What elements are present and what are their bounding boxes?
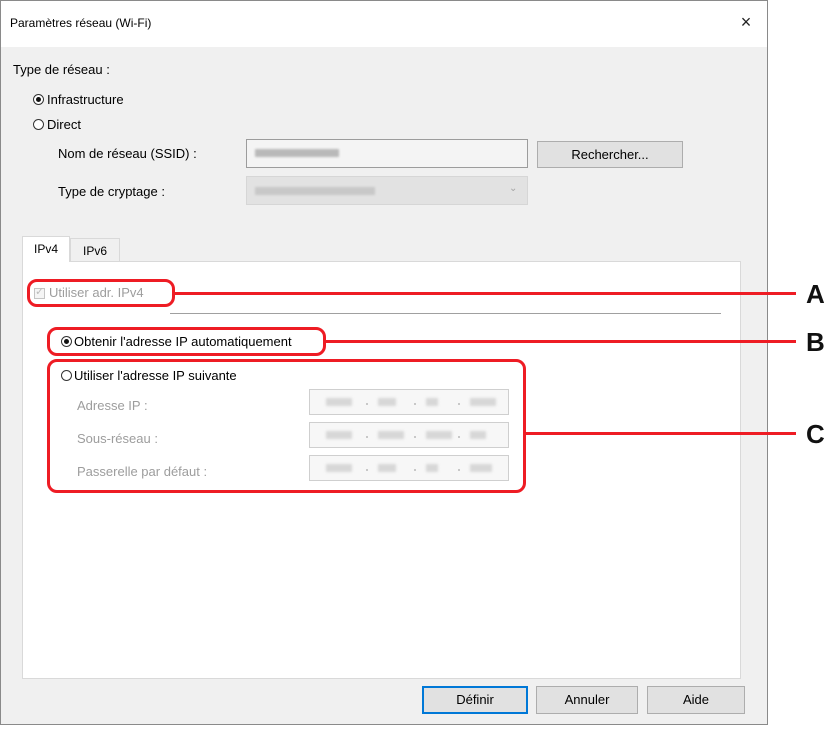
annotation-line-b [326, 340, 796, 343]
annotation-line-a [175, 292, 796, 295]
annotation-letter-a: A [806, 279, 825, 309]
radio-infrastructure[interactable]: Infrastructure [33, 92, 173, 108]
annotation-box-a [27, 279, 175, 307]
help-button[interactable]: Aide [647, 686, 745, 714]
radio-direct[interactable]: Direct [33, 117, 173, 133]
search-button[interactable]: Rechercher... [537, 141, 683, 168]
cancel-button[interactable]: Annuler [536, 686, 638, 714]
chevron-down-icon: ⌄ [509, 183, 518, 194]
radio-direct-label: Direct [47, 117, 81, 132]
tab-ipv4[interactable]: IPv4 [22, 236, 70, 262]
close-icon[interactable]: × [734, 10, 758, 34]
network-type-label: Type de réseau : [13, 62, 110, 77]
annotation-letter-c: C [806, 419, 825, 449]
annotation-line-c [526, 432, 796, 435]
separator-line [170, 313, 721, 314]
dialog-title: Paramètres réseau (Wi-Fi) [10, 16, 152, 30]
radio-direct-indicator[interactable] [33, 119, 44, 130]
annotation-box-c [47, 359, 526, 493]
ok-button[interactable]: Définir [422, 686, 528, 714]
ssid-redacted-value [255, 149, 339, 157]
annotation-box-b [47, 327, 326, 356]
radio-infrastructure-indicator[interactable] [33, 94, 44, 105]
ssid-input[interactable] [246, 139, 528, 168]
encryption-label: Type de cryptage : [58, 184, 165, 199]
ssid-label: Nom de réseau (SSID) : [58, 146, 197, 161]
annotation-letter-b: B [806, 327, 825, 357]
encryption-redacted-value [255, 187, 375, 195]
tab-ipv6[interactable]: IPv6 [70, 238, 120, 262]
encryption-select[interactable]: ⌄ [246, 176, 528, 205]
radio-infrastructure-label: Infrastructure [47, 92, 124, 107]
